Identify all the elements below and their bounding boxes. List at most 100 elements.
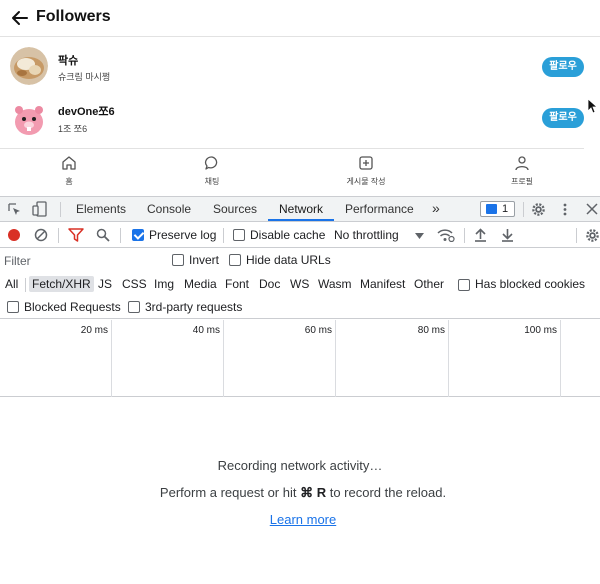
add-post-icon: [359, 156, 373, 170]
more-options-icon[interactable]: [561, 202, 569, 217]
network-conditions-icon[interactable]: [437, 228, 455, 242]
follow-button[interactable]: 팔로우: [542, 108, 584, 128]
recording-message: Recording network activity…: [217, 458, 383, 473]
active-tab-indicator: [268, 219, 334, 221]
throttling-select[interactable]: No throttling: [334, 228, 399, 242]
search-icon[interactable]: [96, 228, 110, 242]
timeline-tick-label: 20 ms: [80, 325, 108, 336]
disable-cache-label: Disable cache: [250, 228, 326, 242]
type-filter-css[interactable]: CSS: [119, 276, 150, 292]
nav-label: 프로필: [510, 177, 534, 186]
network-toolbar: Preserve log Disable cache No throttling: [0, 223, 600, 248]
follower-item[interactable]: devOne쪼6 1조 쪼6 팔로우: [0, 91, 600, 141]
clear-icon[interactable]: [34, 228, 48, 242]
type-filter-ws[interactable]: WS: [287, 276, 312, 292]
timeline-tick-label: 80 ms: [417, 325, 445, 336]
filter-funnel-icon[interactable]: [68, 228, 84, 242]
profile-icon: [515, 156, 529, 171]
mouse-cursor-icon: [587, 98, 597, 114]
filter-bar: Invert Hide data URLs: [0, 249, 600, 273]
page-title: Followers: [36, 8, 111, 25]
timeline-gridline: [111, 320, 112, 397]
settings-gear-icon[interactable]: [531, 202, 546, 217]
third-party-requests-checkbox[interactable]: [128, 301, 140, 313]
invert-label: Invert: [189, 253, 220, 267]
has-blocked-cookies-label: Has blocked cookies: [475, 277, 586, 291]
type-filter-other[interactable]: Other: [411, 276, 447, 292]
nav-label: 채팅: [204, 177, 220, 186]
disable-cache-checkbox[interactable]: [233, 229, 245, 241]
inspect-element-icon[interactable]: [7, 202, 22, 217]
filter-input[interactable]: [2, 252, 160, 270]
divider: [120, 228, 121, 243]
issues-count: 1: [502, 203, 509, 215]
app-viewport: Followers 팍슈 슈크림 마시쩡 팔로우 devOne쪼6 1조 쪼6 …: [0, 0, 600, 196]
devtools-tab-bar: Elements Console Sources Network Perform…: [0, 197, 600, 222]
timeline-gridline: [560, 320, 561, 397]
preserve-log-checkbox[interactable]: [132, 229, 144, 241]
divider: [523, 202, 524, 217]
home-icon: [62, 156, 76, 170]
invert-checkbox[interactable]: [172, 254, 184, 266]
divider: [60, 202, 61, 217]
hide-data-urls-label: Hide data URLs: [246, 253, 331, 267]
type-filter-media[interactable]: Media: [181, 276, 220, 292]
timeline-gridline: [223, 320, 224, 397]
network-settings-gear-icon[interactable]: [585, 228, 600, 243]
nav-label: 게시물 작성: [346, 177, 386, 186]
record-icon[interactable]: [7, 228, 21, 242]
type-filter-wasm[interactable]: Wasm: [315, 276, 355, 292]
tab-performance[interactable]: Performance: [345, 202, 414, 216]
type-filter-js[interactable]: JS: [95, 276, 115, 292]
timeline-overview[interactable]: 20 ms 40 ms 60 ms 80 ms 100 ms: [0, 320, 600, 397]
import-har-icon[interactable]: [474, 228, 487, 242]
divider: [464, 228, 465, 243]
bottom-nav: 홈 채팅 게시물 작성 프로필: [0, 148, 584, 196]
export-har-icon[interactable]: [501, 228, 514, 242]
divider: [223, 228, 224, 243]
type-filter-doc[interactable]: Doc: [256, 276, 283, 292]
nav-item-profile[interactable]: 프로필: [492, 155, 552, 187]
tab-sources[interactable]: Sources: [213, 202, 257, 216]
device-toolbar-icon[interactable]: [32, 201, 48, 217]
issues-counter-button[interactable]: 1: [480, 201, 515, 217]
follower-name: 팍슈: [58, 55, 79, 67]
third-party-requests-label: 3rd-party requests: [145, 300, 243, 314]
reload-shortcut: ⌘ R: [300, 485, 327, 500]
type-filter-font[interactable]: Font: [222, 276, 252, 292]
resource-type-filters: All Fetch/XHR JS CSS Img Media Font Doc …: [0, 273, 600, 296]
nav-item-home[interactable]: 홈: [39, 155, 99, 187]
nav-item-add-post[interactable]: 게시물 작성: [336, 155, 396, 187]
type-filter-fetch-xhr[interactable]: Fetch/XHR: [29, 276, 94, 292]
nav-item-chat[interactable]: 채팅: [182, 155, 242, 187]
avatar[interactable]: [10, 47, 48, 85]
has-blocked-cookies-checkbox[interactable]: [458, 279, 470, 291]
close-devtools-icon[interactable]: [586, 203, 598, 215]
follower-item[interactable]: 팍슈 슈크림 마시쩡 팔로우: [0, 41, 600, 91]
blocked-requests-checkbox[interactable]: [7, 301, 19, 313]
reload-hint: Perform a request or hit ⌘ R to record t…: [0, 485, 600, 501]
learn-more-link[interactable]: Learn more: [0, 512, 600, 527]
tab-network[interactable]: Network: [279, 202, 323, 216]
divider: [576, 228, 577, 243]
type-filter-img[interactable]: Img: [151, 276, 177, 292]
type-filter-manifest[interactable]: Manifest: [357, 276, 408, 292]
dropdown-arrow-icon[interactable]: [415, 233, 424, 239]
avatar-image: [10, 98, 48, 136]
timeline-tick-label: 100 ms: [524, 325, 557, 336]
hide-data-urls-checkbox[interactable]: [229, 254, 241, 266]
reload-hint-suffix: to record the reload.: [326, 485, 447, 500]
timeline-tick-label: 60 ms: [304, 325, 332, 336]
tab-console[interactable]: Console: [147, 202, 191, 216]
divider: [25, 278, 26, 292]
more-tabs-button[interactable]: »: [432, 200, 440, 216]
back-arrow-icon[interactable]: [10, 8, 30, 28]
avatar-image: [10, 47, 48, 85]
divider: [58, 228, 59, 243]
devtools-panel: Elements Console Sources Network Perform…: [0, 196, 600, 584]
avatar[interactable]: [10, 98, 48, 136]
follow-button[interactable]: 팔로우: [542, 57, 584, 77]
timeline-gridline: [448, 320, 449, 397]
tab-elements[interactable]: Elements: [76, 202, 126, 216]
type-filter-all[interactable]: All: [2, 276, 21, 292]
